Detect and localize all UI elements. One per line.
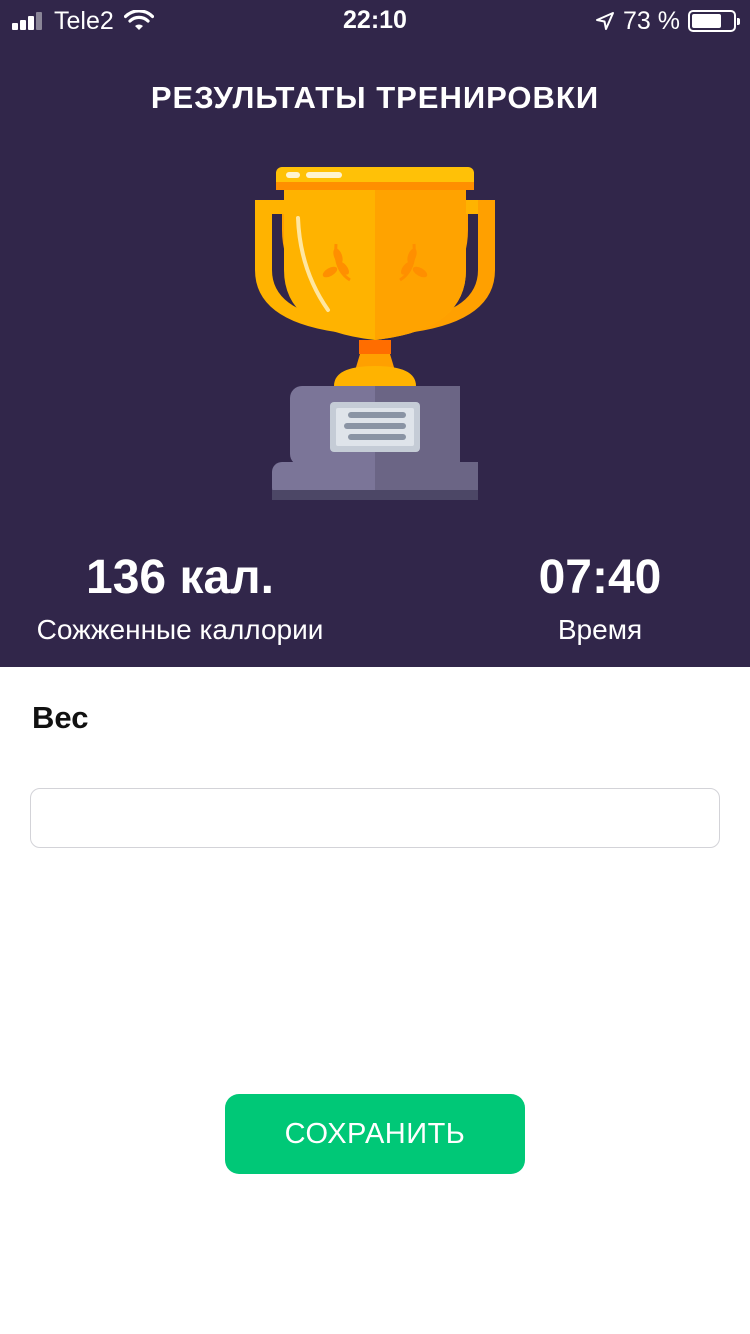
page-title: РЕЗУЛЬТАТЫ ТРЕНИРОВКИ: [150, 80, 600, 115]
save-button[interactable]: СОХРАНИТЬ: [225, 1094, 525, 1174]
battery-fill: [692, 14, 722, 28]
trophy-icon: [255, 167, 495, 500]
calories-value: 136 кал.: [86, 551, 274, 604]
time-value: 07:40: [538, 551, 662, 604]
results-header: Tele2 22:10 73 % РЕЗУЛЬТАТЫ ТРЕНИРОВКИ 1…: [0, 0, 750, 667]
weight-input[interactable]: [30, 788, 720, 848]
status-bar-right: 73 %: [595, 6, 740, 36]
battery-icon: [688, 10, 740, 32]
battery-percent: 73 %: [623, 6, 680, 35]
time-label: Время: [557, 614, 643, 645]
status-bar: Tele2 22:10 73 %: [0, 0, 750, 40]
stat-time: 07:40 Время: [500, 548, 700, 650]
location-arrow-icon: [596, 12, 615, 30]
stat-calories: 136 кал. Сожженные каллории: [20, 548, 340, 650]
calories-label: Сожженные каллории: [36, 614, 324, 645]
weight-label: Вес: [32, 700, 89, 735]
